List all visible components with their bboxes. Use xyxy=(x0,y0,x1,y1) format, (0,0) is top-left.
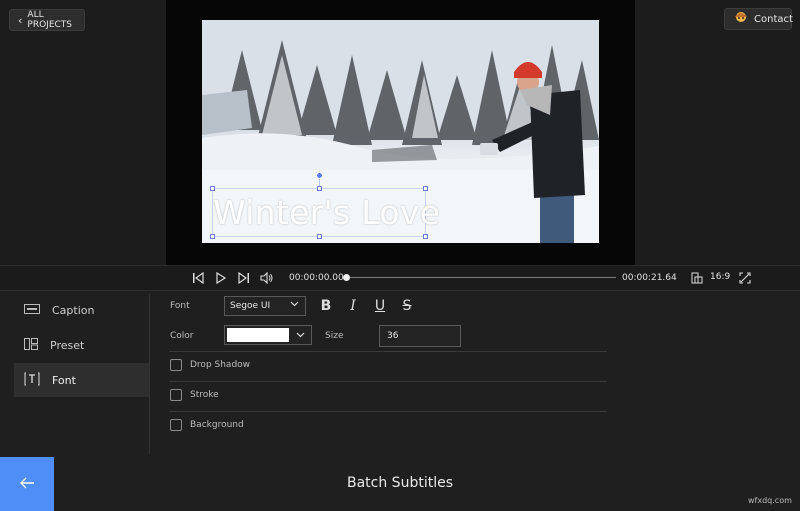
rotation-handle[interactable] xyxy=(316,172,323,179)
caption-icon xyxy=(24,303,40,317)
contact-button[interactable]: Contact xyxy=(724,8,793,30)
color-label: Color xyxy=(170,331,194,341)
size-input[interactable]: 36 xyxy=(379,325,461,347)
sidebar-item-label: Caption xyxy=(52,303,95,317)
timeline-scrubber[interactable] xyxy=(343,274,350,281)
resize-handle-bottom-left[interactable] xyxy=(210,234,215,239)
divider-line xyxy=(169,381,607,382)
color-swatch xyxy=(227,328,289,342)
italic-button[interactable]: I xyxy=(345,298,361,314)
aspect-ratio-label[interactable]: 16:9 xyxy=(710,272,730,282)
divider-line xyxy=(169,351,607,352)
font-family-select[interactable]: Segoe UI xyxy=(224,296,306,316)
skip-forward-icon[interactable] xyxy=(236,270,252,286)
resize-handle-bottom-right[interactable] xyxy=(423,234,428,239)
font-family-value: Segoe UI xyxy=(230,301,271,311)
contact-avatar-icon xyxy=(733,11,749,28)
chevron-down-icon xyxy=(296,330,305,342)
skip-back-icon[interactable] xyxy=(190,270,206,286)
batch-subtitles-title: Batch Subtitles xyxy=(346,475,453,491)
divider-line xyxy=(169,411,607,412)
resize-handle-top-right[interactable] xyxy=(423,186,428,191)
strikethrough-button[interactable]: S xyxy=(399,298,415,314)
size-label: Size xyxy=(325,331,344,341)
fullscreen-icon[interactable] xyxy=(737,270,753,286)
chevron-down-icon xyxy=(290,299,299,311)
drop-shadow-label: Drop Shadow xyxy=(190,360,251,370)
aspect-ratio-icon[interactable] xyxy=(689,270,705,286)
sidebar-item-font[interactable]: Font xyxy=(14,363,149,397)
volume-icon[interactable] xyxy=(259,270,275,286)
color-picker[interactable] xyxy=(224,325,312,345)
resize-handle-top-left[interactable] xyxy=(210,186,215,191)
resize-handle-bottom[interactable] xyxy=(317,234,322,239)
background-option[interactable]: Background xyxy=(170,419,244,431)
sidebar-item-caption[interactable]: Caption xyxy=(14,293,149,327)
resize-handle-top[interactable] xyxy=(317,186,322,191)
play-icon[interactable] xyxy=(213,270,229,286)
stroke-label: Stroke xyxy=(190,390,219,400)
all-projects-button[interactable]: ‹ ALL PROJECTS xyxy=(9,9,85,31)
total-time: 00:00:21.64 xyxy=(622,273,677,283)
font-label: Font xyxy=(170,301,190,311)
size-value: 36 xyxy=(387,331,399,341)
bold-button[interactable]: B xyxy=(318,298,334,314)
preset-icon xyxy=(24,337,38,353)
sidebar-item-label: Preset xyxy=(50,338,85,352)
current-time: 00:00:00.00 xyxy=(289,273,344,283)
watermark-text: wfxdq.com xyxy=(748,496,792,505)
timeline-track[interactable] xyxy=(346,277,616,278)
font-icon xyxy=(24,372,40,389)
sidebar-item-label: Font xyxy=(52,373,76,387)
all-projects-label: ALL PROJECTS xyxy=(27,10,73,30)
stroke-checkbox[interactable] xyxy=(170,389,182,401)
caption-overlay-text[interactable]: Winter's Love xyxy=(213,193,440,232)
background-label: Background xyxy=(190,420,244,430)
panel-divider xyxy=(149,294,150,454)
underline-button[interactable]: U xyxy=(372,298,388,314)
contact-label: Contact xyxy=(754,13,793,25)
drop-shadow-option[interactable]: Drop Shadow xyxy=(170,359,250,371)
stroke-option[interactable]: Stroke xyxy=(170,389,219,401)
chevron-left-icon: ‹ xyxy=(18,13,23,27)
background-checkbox[interactable] xyxy=(170,419,182,431)
sidebar-item-preset[interactable]: Preset xyxy=(14,328,149,362)
playback-bar xyxy=(0,265,800,291)
drop-shadow-checkbox[interactable] xyxy=(170,359,182,371)
